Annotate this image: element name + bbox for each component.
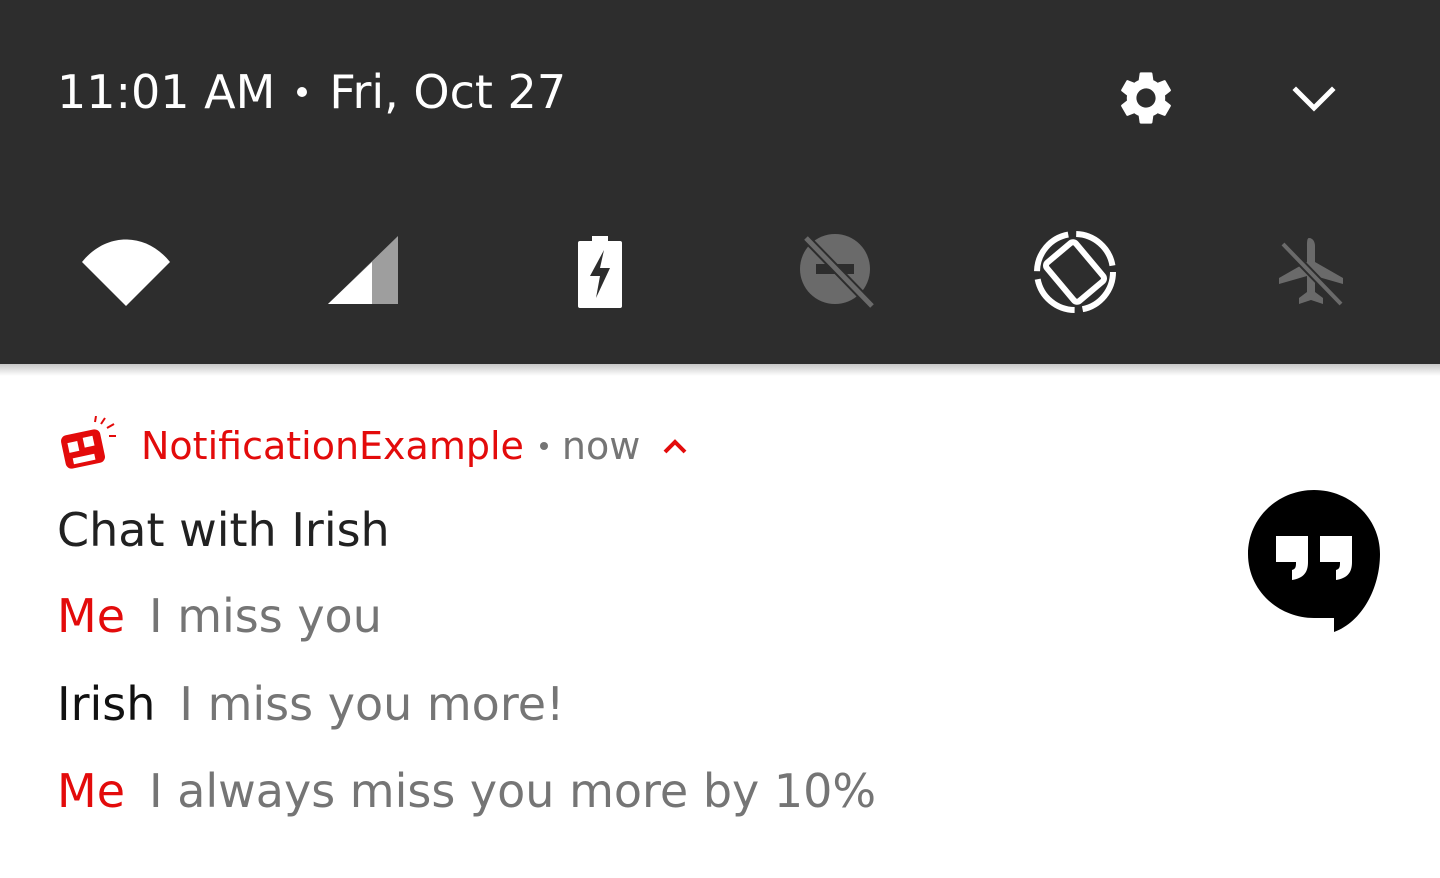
wifi-icon [82, 239, 170, 306]
notification-shade: 11:01 AM Fri, Oct 27 [0, 0, 1440, 364]
tile-auto-rotate[interactable] [1025, 222, 1125, 322]
battery-charging-icon [578, 236, 622, 308]
message-item: Me I miss you [57, 586, 382, 646]
airplane-mode-off-icon [1278, 238, 1344, 307]
chevron-up-icon [663, 439, 687, 454]
tile-cellular[interactable] [314, 222, 414, 322]
message-text: I always miss you more by 10% [149, 764, 877, 818]
hangouts-quote-icon [1248, 490, 1380, 632]
tile-wifi[interactable] [76, 222, 176, 322]
separator-dot [297, 87, 308, 97]
app-icon [57, 416, 117, 476]
notification-header: NotificationExample now [57, 416, 692, 476]
shade-shadow [0, 364, 1440, 376]
app-name: NotificationExample [141, 424, 524, 468]
robot-app-icon [61, 416, 116, 469]
message-item: Me I always miss you more by 10% [57, 761, 876, 821]
collapse-button[interactable] [1276, 66, 1352, 132]
message-text: I miss you more! [179, 677, 565, 731]
chevron-down-icon [1292, 86, 1336, 112]
tile-battery[interactable] [550, 222, 650, 322]
message-item: Irish I miss you more! [57, 674, 564, 734]
notification-title: Chat with Irish [57, 503, 390, 557]
tile-airplane-mode[interactable] [1261, 222, 1361, 322]
auto-rotate-icon [1034, 231, 1116, 313]
cellular-signal-icon [328, 236, 398, 304]
message-sender: Me [57, 589, 125, 643]
message-sender: Me [57, 764, 125, 818]
status-header: 11:01 AM Fri, Oct 27 [57, 62, 566, 122]
expand-toggle-button[interactable] [658, 429, 692, 463]
notification-time: now [561, 424, 641, 468]
message-sender: Irish [57, 677, 156, 731]
settings-button[interactable] [1108, 60, 1184, 136]
tile-do-not-disturb[interactable] [788, 222, 888, 322]
notification-card[interactable]: NotificationExample now Chat with Irish … [0, 376, 1440, 878]
clock-time: 11:01 AM [57, 65, 276, 119]
date-label: Fri, Oct 27 [329, 65, 567, 119]
separator-dot [539, 442, 548, 450]
do-not-disturb-off-icon [800, 232, 876, 310]
gear-icon [1121, 72, 1171, 124]
message-text: I miss you [149, 589, 382, 643]
